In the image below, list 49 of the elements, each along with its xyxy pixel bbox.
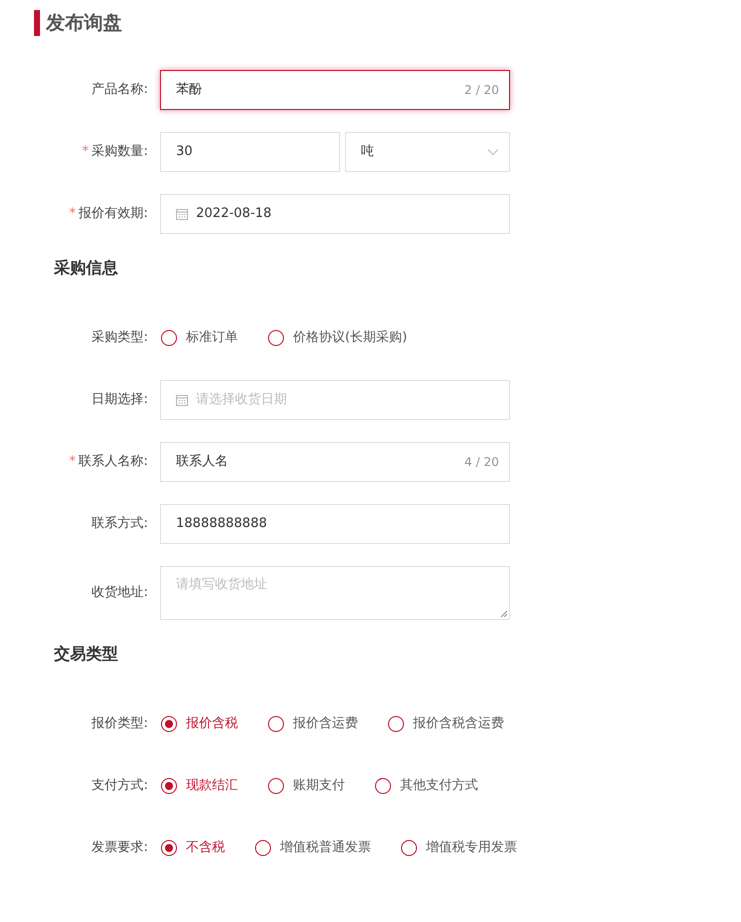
radio-circle[interactable] [268, 716, 284, 732]
radio-circle[interactable] [388, 716, 404, 732]
date-field[interactable]: 2022-08-18 [160, 194, 510, 234]
radio-option[interactable]: 价格协议(长期采购) [268, 328, 408, 348]
radio-option[interactable]: 报价含税含运费 [388, 714, 504, 734]
calendar-icon [176, 208, 188, 220]
radio-option[interactable]: 标准订单 [161, 328, 238, 348]
field-label: 产品名称: [92, 82, 148, 98]
field-label: 报价类型: [92, 716, 148, 732]
required-mark: * [69, 454, 76, 470]
radio-option[interactable]: 现款结汇 [161, 776, 238, 796]
field-label: 收货地址: [92, 585, 148, 600]
radio-option[interactable]: 报价含运费 [268, 714, 358, 734]
section-heading: 交易类型 [54, 643, 119, 665]
field-label: 采购类型: [92, 330, 148, 346]
radio-circle[interactable] [161, 716, 177, 732]
radio-circle[interactable] [161, 330, 177, 346]
calendar-icon [176, 394, 188, 406]
radio-circle[interactable] [268, 778, 284, 794]
radio-option[interactable]: 账期支付 [268, 776, 345, 796]
radio-circle[interactable] [401, 840, 417, 856]
field-label: 采购数量: [92, 144, 148, 160]
radio-circle[interactable] [161, 778, 177, 794]
section-heading: 采购信息 [54, 257, 119, 279]
unit-select[interactable]: 吨 [345, 132, 510, 172]
radio-circle[interactable] [268, 330, 284, 346]
field-label: 日期选择: [92, 392, 148, 408]
radio-circle[interactable] [375, 778, 391, 794]
page-title: 发布询盘 [34, 10, 741, 36]
text-field[interactable]: 联系人名 4 / 20 [160, 442, 510, 482]
radio-option[interactable]: 不含税 [161, 838, 225, 858]
quantity-field[interactable]: 30 [160, 132, 340, 172]
radio-option[interactable]: 报价含税 [161, 714, 238, 734]
field-label: 报价有效期: [78, 206, 148, 222]
chevron-down-icon [487, 148, 499, 156]
text-field[interactable]: 苯酚 2 / 20 [160, 70, 510, 110]
resize-handle-icon[interactable] [500, 610, 507, 617]
required-mark: * [82, 144, 89, 160]
field-label: 发票要求: [92, 840, 148, 856]
field-label: 联系方式: [92, 516, 148, 532]
text-field[interactable]: 18888888888 [160, 504, 510, 544]
radio-option[interactable]: 增值税专用发票 [401, 838, 517, 858]
field-label: 支付方式: [92, 778, 148, 794]
required-mark: * [69, 206, 76, 222]
radio-circle[interactable] [161, 840, 177, 856]
radio-circle[interactable] [255, 840, 271, 856]
radio-option[interactable]: 其他支付方式 [375, 776, 478, 796]
field-label: 联系人名称: [78, 454, 148, 470]
radio-option[interactable]: 增值税普通发票 [255, 838, 371, 858]
